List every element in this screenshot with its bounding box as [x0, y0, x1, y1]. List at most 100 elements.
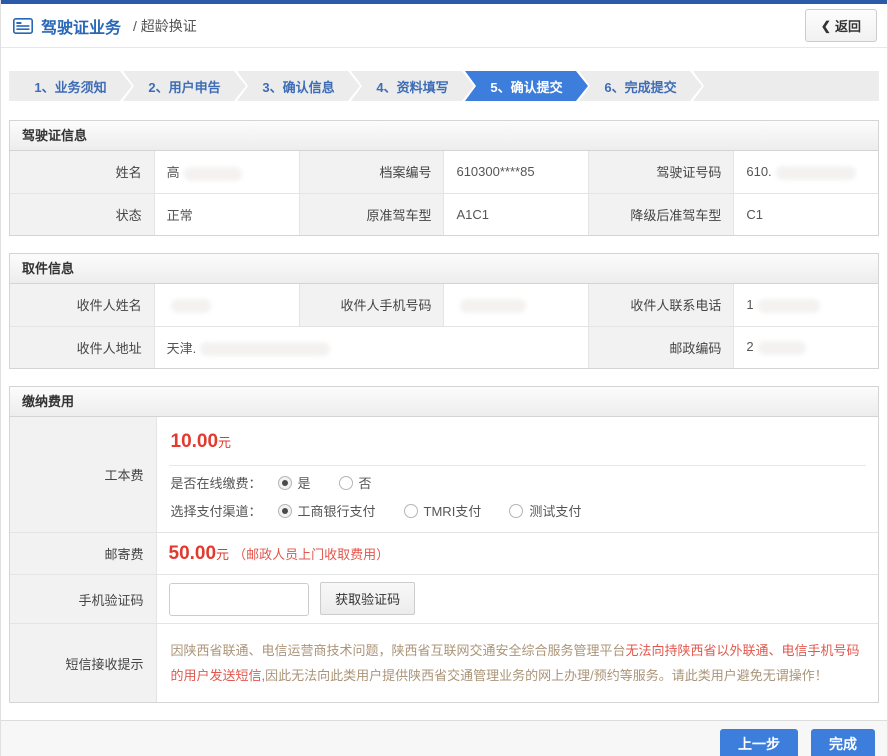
table-row: 手机验证码 获取验证码 [10, 575, 878, 624]
back-button-label: 返回 [835, 16, 861, 35]
postage-amount: 50.00 [169, 543, 217, 564]
table-row: 邮寄费 50.00元 （邮政人员上门收取费用） [10, 533, 878, 575]
recipient-address-value: 天津. [154, 326, 588, 368]
original-class-label: 原准驾车型 [300, 193, 444, 235]
license-number-value: 610. [734, 151, 878, 193]
redaction-smudge [460, 299, 526, 313]
channel-option-test-label: 测试支付 [529, 501, 581, 520]
step-3-tab[interactable]: 3、确认信息 [237, 71, 360, 101]
step-4-tab[interactable]: 4、资料填写 [351, 71, 474, 101]
channel-option-icbc-label: 工商银行支付 [298, 501, 376, 520]
online-option-yes[interactable]: 是 [278, 473, 311, 492]
radio-unchecked-icon[interactable] [404, 504, 418, 518]
verification-code-label: 手机验证码 [10, 575, 156, 624]
fee-cell: 10.00元 是否在线缴费： 是 否 选择支付渠道： 工商银行支付 TMRI支付… [156, 417, 878, 533]
redaction-smudge [200, 342, 330, 356]
postage-unit: 元 [216, 547, 229, 562]
radio-unchecked-icon[interactable] [509, 504, 523, 518]
page: 驾驶证业务 / 超龄换证 ❮ 返回 1、业务须知 2、用户申告 3、确认信息 4… [0, 0, 888, 756]
pickup-info-title: 取件信息 [10, 254, 878, 284]
license-info-panel: 驾驶证信息 姓名 高 档案编号 610300****85 驾驶证号码 610. … [9, 120, 879, 236]
recipient-mobile-label: 收件人手机号码 [300, 284, 444, 326]
license-info-table: 姓名 高 档案编号 610300****85 驾驶证号码 610. 状态 正常 … [10, 151, 878, 235]
finish-button[interactable]: 完成 [811, 729, 875, 756]
sms-notice-text: 因陕西省联通、电信运营商技术问题，陕西省互联网交通安全综合服务管理平台无法向持陕… [169, 628, 867, 698]
recipient-name-label: 收件人姓名 [10, 284, 154, 326]
sms-notice-part1: 因陕西省联通、电信运营商技术问题，陕西省互联网交通安全综合服务管理平台 [171, 643, 626, 658]
table-row: 状态 正常 原准驾车型 A1C1 降级后准驾车型 C1 [10, 193, 878, 235]
table-row: 姓名 高 档案编号 610300****85 驾驶证号码 610. [10, 151, 878, 193]
sms-notice-part3: 因此无法向此类用户提供陕西省交通管理业务的网上办理/预约等服务。请此类用户避免无… [265, 668, 828, 683]
breadcrumb: 驾驶证业务 / 超龄换证 [13, 14, 805, 38]
recipient-address-label: 收件人地址 [10, 326, 154, 368]
table-row: 收件人姓名 收件人手机号码 收件人联系电话 1 [10, 284, 878, 326]
recipient-phone-label: 收件人联系电话 [588, 284, 734, 326]
redaction-smudge [171, 299, 211, 313]
payment-panel: 缴纳费用 工本费 10.00元 是否在线缴费： 是 否 选择支付渠道： 工 [9, 386, 879, 703]
radio-checked-icon[interactable] [278, 476, 292, 490]
step-1-tab[interactable]: 1、业务须知 [9, 71, 132, 101]
redaction-smudge [758, 341, 806, 355]
pickup-info-table: 收件人姓名 收件人手机号码 收件人联系电话 1 收件人地址 天津. 邮政编码 2 [10, 284, 878, 368]
back-button[interactable]: ❮ 返回 [805, 9, 877, 42]
sms-notice-cell: 因陕西省联通、电信运营商技术问题，陕西省互联网交通安全综合服务管理平台无法向持陕… [156, 624, 878, 703]
name-value: 高 [154, 151, 300, 193]
online-option-yes-label: 是 [298, 473, 311, 492]
postage-label: 邮寄费 [10, 533, 156, 575]
license-form-icon [13, 18, 33, 34]
file-number-label: 档案编号 [300, 151, 444, 193]
downgraded-class-label: 降级后准驾车型 [588, 193, 734, 235]
radio-checked-icon[interactable] [278, 504, 292, 518]
redaction-smudge [758, 299, 820, 313]
online-option-no[interactable]: 否 [339, 473, 372, 492]
postage-value: 50.00元 （邮政人员上门收取费用） [156, 533, 878, 575]
online-option-no-label: 否 [359, 473, 372, 492]
get-code-button[interactable]: 获取验证码 [320, 582, 415, 615]
radio-unchecked-icon[interactable] [339, 476, 353, 490]
pickup-info-panel: 取件信息 收件人姓名 收件人手机号码 收件人联系电话 1 收件人地址 天津. 邮… [9, 253, 879, 369]
license-number-label: 驾驶证号码 [588, 151, 734, 193]
recipient-mobile-value [444, 284, 588, 326]
page-header: 驾驶证业务 / 超龄换证 ❮ 返回 [1, 4, 887, 48]
payment-channel-row: 选择支付渠道： 工商银行支付 TMRI支付 测试支付 [169, 494, 867, 522]
name-label: 姓名 [10, 151, 154, 193]
step-nav-filler [693, 71, 879, 101]
step-2-tab[interactable]: 2、用户申告 [123, 71, 246, 101]
payment-channel-question: 选择支付渠道： [171, 501, 262, 520]
fee-amount-line: 10.00元 [169, 417, 867, 466]
footer-action-bar: 上一步 完成 [1, 720, 887, 756]
status-label: 状态 [10, 193, 154, 235]
original-class-value: A1C1 [444, 193, 588, 235]
online-payment-question: 是否在线缴费： [171, 473, 262, 492]
license-info-title: 驾驶证信息 [10, 121, 878, 151]
recipient-name-value [154, 284, 300, 326]
zip-code-value: 2 [734, 326, 878, 368]
recipient-phone-value: 1 [734, 284, 878, 326]
channel-option-test[interactable]: 测试支付 [509, 501, 581, 520]
table-row: 工本费 10.00元 是否在线缴费： 是 否 选择支付渠道： 工商银行支付 TM… [10, 417, 878, 533]
step-6-tab[interactable]: 6、完成提交 [579, 71, 702, 101]
previous-step-button[interactable]: 上一步 [720, 729, 798, 756]
channel-option-icbc[interactable]: 工商银行支付 [278, 501, 376, 520]
redaction-smudge [776, 166, 856, 180]
fee-unit: 元 [218, 435, 231, 450]
postage-note: （邮政人员上门收取费用） [233, 547, 389, 562]
page-title: 驾驶证业务 [41, 14, 121, 38]
downgraded-class-value: C1 [734, 193, 878, 235]
verification-code-input[interactable] [169, 583, 309, 616]
fee-label: 工本费 [10, 417, 156, 533]
sms-notice-label: 短信接收提示 [10, 624, 156, 703]
payment-title: 缴纳费用 [10, 387, 878, 417]
payment-table: 工本费 10.00元 是否在线缴费： 是 否 选择支付渠道： 工商银行支付 TM… [10, 417, 878, 702]
redaction-smudge [184, 167, 242, 181]
zip-code-label: 邮政编码 [588, 326, 734, 368]
step-5-tab-active[interactable]: 5、确认提交 [465, 71, 588, 101]
file-number-value: 610300****85 [444, 151, 588, 193]
step-nav: 1、业务须知 2、用户申告 3、确认信息 4、资料填写 5、确认提交 6、完成提… [9, 71, 879, 101]
verification-code-cell: 获取验证码 [156, 575, 878, 624]
channel-option-tmri[interactable]: TMRI支付 [404, 501, 482, 520]
fee-amount: 10.00 [171, 431, 219, 452]
channel-option-tmri-label: TMRI支付 [424, 501, 482, 520]
page-subtitle: / 超龄换证 [133, 16, 197, 36]
status-value: 正常 [154, 193, 300, 235]
